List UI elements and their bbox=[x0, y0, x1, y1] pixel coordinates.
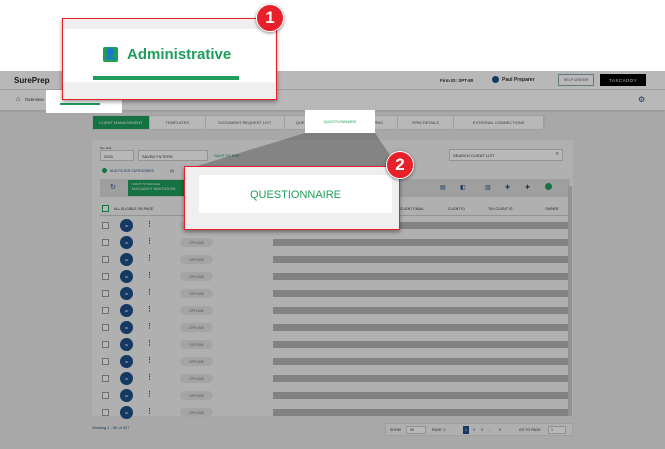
callout-badge-2: 2 bbox=[386, 151, 414, 179]
callout-questionnaire: QUESTIONNAIRE bbox=[184, 166, 400, 230]
callout-administrative: 👤 Administrative bbox=[62, 18, 277, 100]
callout-badge-1: 1 bbox=[256, 4, 284, 32]
admin-person-icon: 👤 bbox=[103, 47, 118, 62]
callout-administrative-label: Administrative bbox=[127, 46, 232, 63]
active-underline bbox=[93, 76, 239, 80]
callout-questionnaire-label: QUESTIONNAIRE bbox=[249, 189, 342, 201]
questionnaire-tab-highlight[interactable]: QUESTIONNAIRE bbox=[305, 110, 375, 133]
